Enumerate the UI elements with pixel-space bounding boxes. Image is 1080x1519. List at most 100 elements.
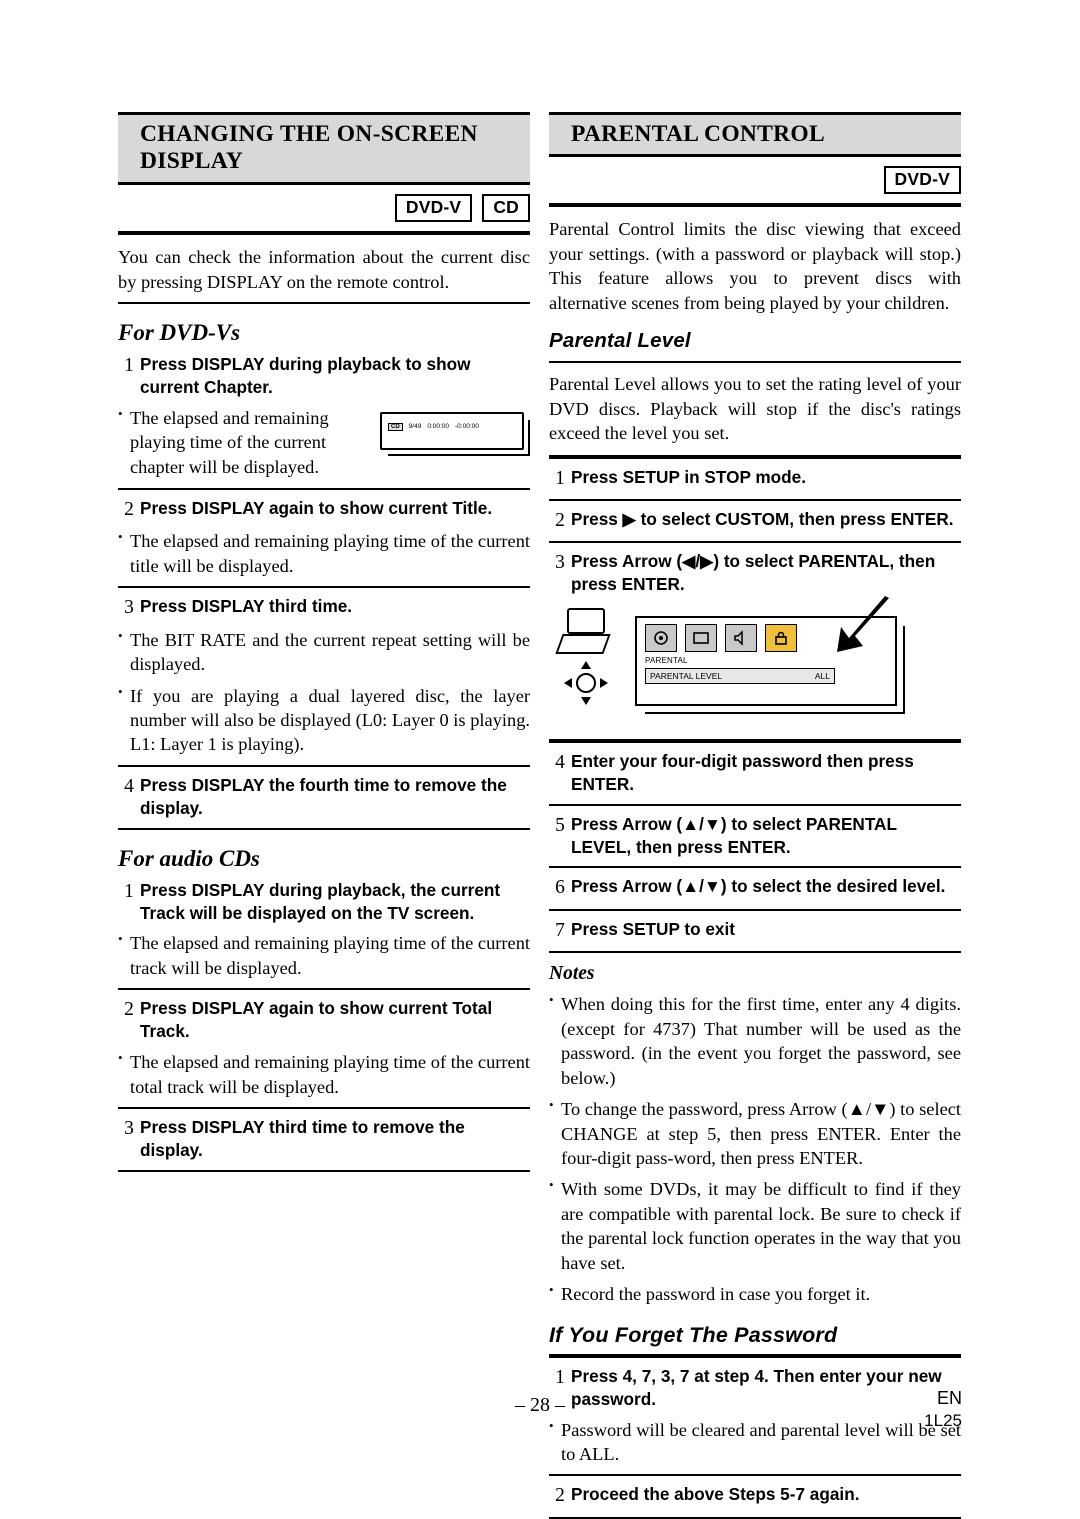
display-setup-icon bbox=[685, 623, 717, 652]
step-number: 2 bbox=[555, 1485, 565, 1507]
step-text: Press Arrow (▲/▼) to select the desired … bbox=[571, 876, 946, 897]
step-item: 4 Enter your four-digit password then pr… bbox=[549, 750, 961, 796]
step-text: Press SETUP to exit bbox=[571, 918, 735, 939]
note-item: With some DVDs, it may be difficult to f… bbox=[549, 1176, 961, 1275]
divider bbox=[549, 908, 961, 911]
parental-setup-figure: PARENTAL PARENTAL LEVEL ALL bbox=[549, 595, 961, 730]
osd-contents: CD 9/49 0:00:00 -0:00:00 bbox=[388, 422, 479, 431]
heading-for-dvd-vs: For DVD-Vs bbox=[118, 320, 241, 346]
step-text: Enter your four-digit password then pres… bbox=[571, 750, 914, 794]
parental-lock-icon bbox=[765, 623, 797, 652]
badge-dvd-v: DVD-V bbox=[883, 166, 961, 195]
pointer-arrow-icon bbox=[835, 594, 889, 656]
step-text: Press DISPLAY during playback, the curre… bbox=[140, 879, 501, 923]
step-text: Press SETUP in STOP mode. bbox=[571, 466, 806, 487]
step-item: 2 Proceed the above Steps 5-7 again. bbox=[549, 1483, 961, 1508]
disc-badge-row-right: DVD-V bbox=[549, 166, 961, 195]
step-text: Press DISPLAY during playback to show cu… bbox=[140, 354, 471, 398]
step-number: 7 bbox=[555, 919, 565, 941]
bullet-text: If you are playing a dual layered disc, … bbox=[118, 683, 530, 757]
step-item: 1 Press DISPLAY during playback, the cur… bbox=[118, 879, 530, 925]
step-text: Press DISPLAY the fourth time to remove … bbox=[140, 774, 507, 818]
divider bbox=[118, 1169, 530, 1172]
step-number: 3 bbox=[124, 1118, 134, 1140]
step-number: 1 bbox=[124, 355, 134, 377]
step-number: 2 bbox=[555, 509, 565, 531]
divider bbox=[549, 951, 961, 954]
intro-paragraph-left: You can check the information about the … bbox=[118, 247, 530, 292]
step-item: 7 Press SETUP to exit bbox=[549, 918, 961, 943]
divider bbox=[118, 231, 530, 236]
step-text: Press DISPLAY again to show current Tota… bbox=[140, 998, 493, 1042]
note-item: When doing this for the first time, ente… bbox=[549, 991, 961, 1090]
step-number: 6 bbox=[555, 877, 565, 899]
divider bbox=[118, 988, 530, 991]
step-item: 3 Press DISPLAY third time to remove the… bbox=[118, 1116, 530, 1162]
remote-dpad-icon bbox=[563, 660, 609, 706]
general-setup-icon bbox=[645, 623, 677, 652]
step-item: 2 Press ▶ to select CUSTOM, then press E… bbox=[549, 508, 961, 533]
note-item: To change the password, press Arrow (▲/▼… bbox=[549, 1096, 961, 1170]
step-item: 2 Press DISPLAY again to show current To… bbox=[118, 997, 530, 1043]
note-item: Record the password in case you forget i… bbox=[549, 1281, 961, 1306]
step-text: Press Arrow (◀/▶) to select PARENTAL, th… bbox=[571, 551, 936, 595]
page-number: – 28 – bbox=[515, 1394, 565, 1416]
osd-disc-label: CD bbox=[388, 422, 403, 431]
setup-menu-row: PARENTAL LEVEL ALL bbox=[645, 667, 835, 684]
step-number: 1 bbox=[555, 467, 565, 489]
divider bbox=[549, 1353, 961, 1358]
step-number: 1 bbox=[124, 880, 134, 902]
remote-tray-icon bbox=[555, 633, 611, 654]
bullet-text: The BIT RATE and the current repeat sett… bbox=[118, 627, 530, 677]
divider bbox=[549, 203, 961, 208]
divider bbox=[118, 487, 530, 490]
bullet-text: The elapsed and remaining playing time o… bbox=[118, 528, 530, 578]
divider bbox=[118, 827, 530, 830]
step-item: 5 Press Arrow (▲/▼) to select PARENTAL L… bbox=[549, 813, 961, 859]
manual-page: Changing the On-Screen Display DVD-V CD … bbox=[0, 0, 1080, 1519]
divider bbox=[118, 1107, 530, 1110]
bullet-text: Password will be cleared and parental le… bbox=[549, 1417, 961, 1467]
step-number: 3 bbox=[124, 597, 134, 619]
left-column: Changing the On-Screen Display DVD-V CD … bbox=[118, 112, 530, 1172]
divider bbox=[549, 866, 961, 869]
divider bbox=[549, 803, 961, 806]
badge-dvd-v: DVD-V bbox=[394, 194, 473, 223]
osd-remaining: -0:00:00 bbox=[455, 423, 479, 431]
remote-display-icon bbox=[567, 607, 605, 634]
divider bbox=[118, 586, 530, 589]
right-column: Parental Control DVD-V Parental Control … bbox=[549, 112, 961, 1519]
step-number: 4 bbox=[555, 751, 565, 773]
step-text: Press DISPLAY again to show current Titl… bbox=[140, 497, 493, 518]
step-text: Press DISPLAY third time to remove the d… bbox=[140, 1117, 465, 1160]
osd-display-figure: CD 9/49 0:00:00 -0:00:00 bbox=[374, 406, 534, 462]
step-item: 4 Press DISPLAY the fourth time to remov… bbox=[118, 774, 530, 820]
divider bbox=[549, 454, 961, 459]
step-number: 2 bbox=[124, 498, 134, 520]
bullet-text: The elapsed and remaining playing time o… bbox=[118, 930, 530, 980]
step-item: 2 Press DISPLAY again to show current Ti… bbox=[118, 497, 530, 522]
osd-elapsed: 0:00:00 bbox=[427, 423, 450, 431]
setup-row-label: PARENTAL LEVEL bbox=[650, 670, 723, 681]
step-item: 1 Press DISPLAY during playback to show … bbox=[118, 353, 530, 399]
step-number: 1 bbox=[555, 1366, 565, 1388]
divider bbox=[118, 764, 530, 767]
osd-track: 9/49 bbox=[408, 423, 422, 431]
step-number: 2 bbox=[124, 999, 134, 1021]
step-item: 6 Press Arrow (▲/▼) to select the desire… bbox=[549, 875, 961, 900]
divider bbox=[549, 361, 961, 364]
intro-paragraph-right: Parental Control limits the disc viewing… bbox=[549, 219, 961, 313]
bullet-text: The elapsed and remaining playing time o… bbox=[118, 1049, 530, 1099]
divider bbox=[549, 738, 961, 743]
remote-illustration bbox=[555, 607, 623, 712]
footer-language: EN bbox=[936, 1388, 962, 1409]
step-number: 3 bbox=[555, 552, 565, 574]
heading-for-audio-cds: For audio CDs bbox=[118, 845, 260, 871]
footer-code: 1L25 bbox=[924, 1410, 962, 1430]
section-banner-display: Changing the On-Screen Display bbox=[118, 112, 530, 186]
parental-level-intro: Parental Level allows you to set the rat… bbox=[549, 374, 961, 444]
divider bbox=[549, 1474, 961, 1477]
step-item: 3 Press Arrow (◀/▶) to select PARENTAL, … bbox=[549, 550, 961, 596]
divider bbox=[549, 498, 961, 501]
step-number: 4 bbox=[124, 775, 134, 797]
